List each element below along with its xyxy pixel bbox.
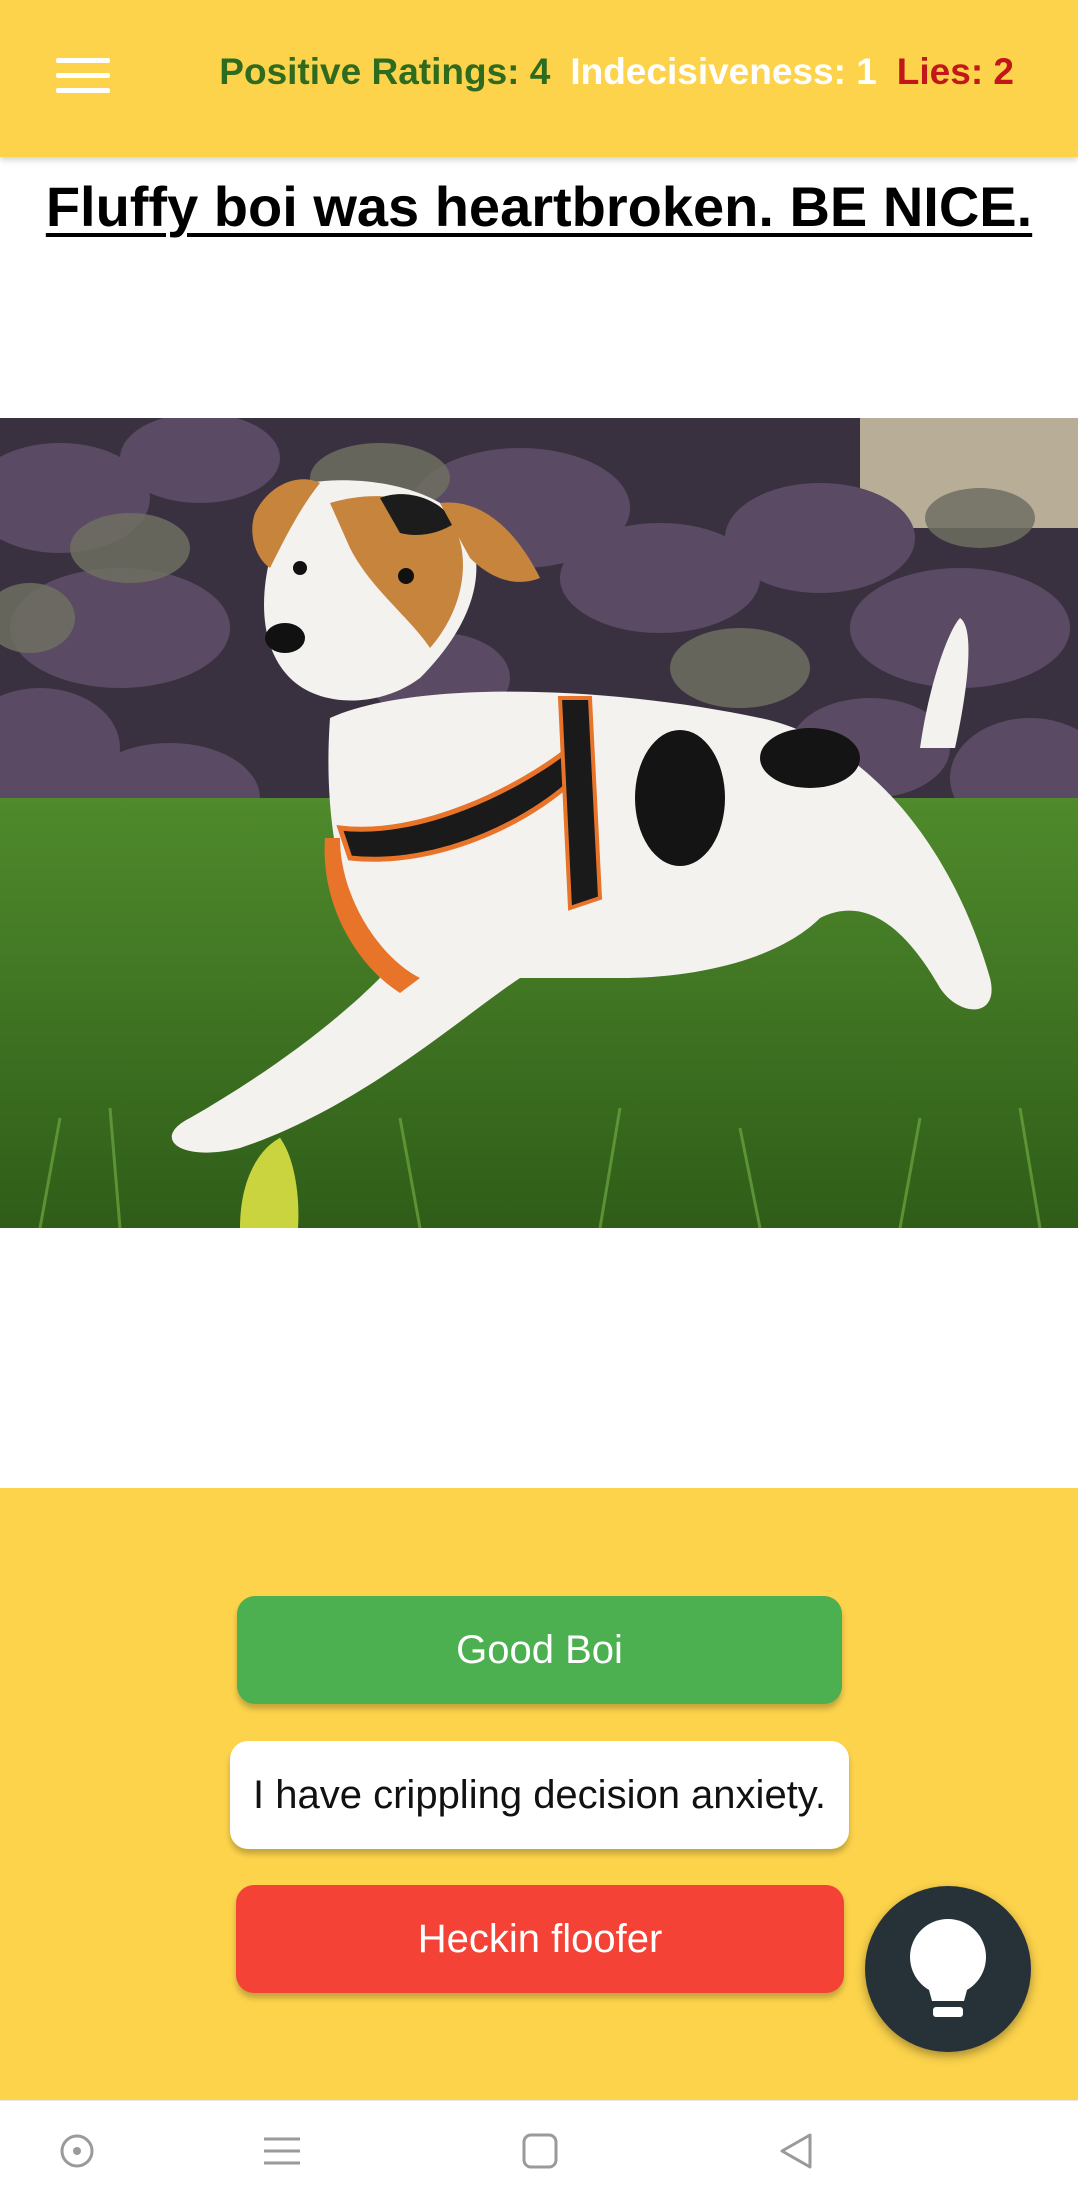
top-app-bar: Positive Ratings: 4 Indecisiveness: 1 Li… (0, 0, 1078, 157)
heckin-floofer-button[interactable]: Heckin floofer (236, 1885, 844, 1993)
page-title: Fluffy boi was heartbroken. BE NICE. (45, 175, 1033, 238)
hamburger-menu-icon[interactable] (44, 40, 124, 110)
recents-menu-icon[interactable] (252, 2121, 312, 2181)
lightbulb-icon (910, 1919, 986, 2017)
system-nav-bar (0, 2100, 1078, 2200)
assistant-dot-icon[interactable] (47, 2121, 107, 2181)
lies-count: Lies: 2 (896, 51, 1014, 92)
home-square-icon[interactable] (510, 2121, 570, 2181)
dog-photo (0, 418, 1078, 1228)
indecisiveness-count: Indecisiveness: 1 (570, 51, 877, 92)
back-triangle-icon[interactable] (766, 2121, 826, 2181)
hint-fab-button[interactable] (865, 1886, 1031, 2052)
score-stats: Positive Ratings: 4 Indecisiveness: 1 Li… (219, 48, 1014, 96)
decision-anxiety-button[interactable]: I have crippling decision anxiety. (230, 1741, 849, 1849)
positive-ratings-count: Positive Ratings: 4 (219, 51, 551, 92)
good-boi-button[interactable]: Good Boi (237, 1596, 842, 1704)
